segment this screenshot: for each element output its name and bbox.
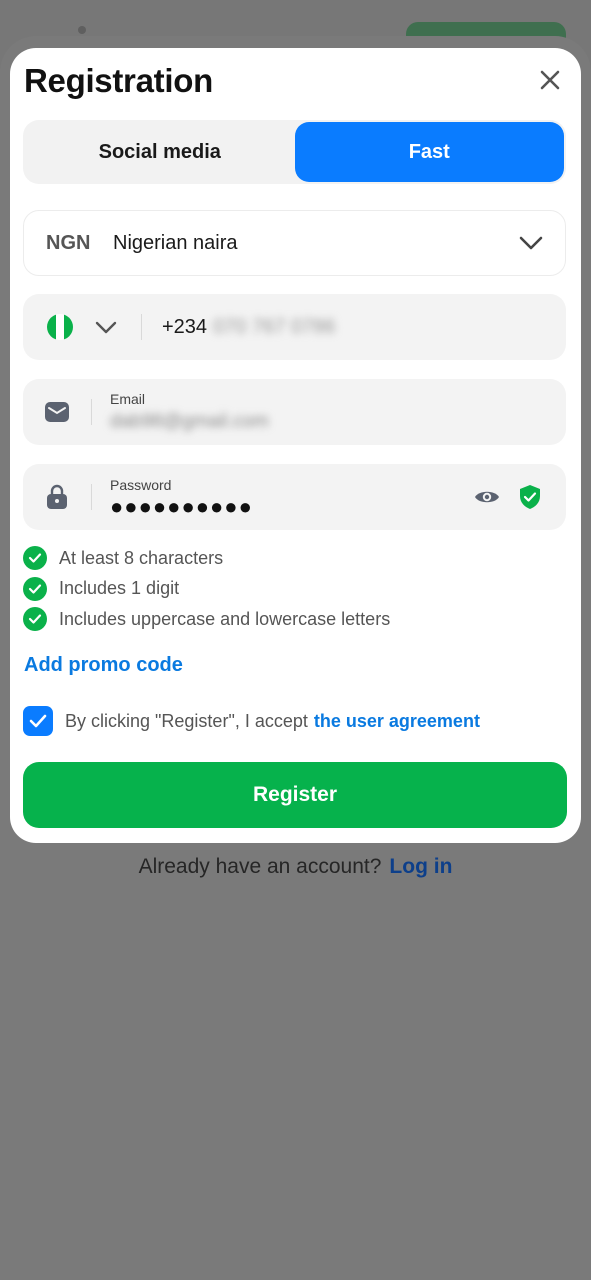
close-icon — [540, 70, 560, 90]
field-divider — [91, 399, 92, 425]
field-divider — [141, 314, 142, 340]
list-item: At least 8 characters — [23, 543, 390, 574]
login-link[interactable]: Log in — [389, 855, 452, 878]
country-code-dropdown[interactable] — [95, 321, 117, 334]
check-circle-icon — [23, 576, 47, 601]
registration-modal: Registration Social media Fast NGN Niger… — [10, 48, 581, 843]
registration-tabs: Social media Fast — [23, 120, 566, 184]
agreement-text: By clicking "Register", I accept — [65, 710, 308, 731]
phone-field: +234 070 767 0786 — [23, 294, 566, 360]
rule-text: Includes 1 digit — [59, 578, 180, 599]
password-rules-list: At least 8 characters Includes 1 digit I… — [23, 543, 390, 635]
chevron-down-icon — [519, 236, 543, 250]
tab-social-media[interactable]: Social media — [25, 122, 295, 182]
password-field[interactable]: Password ●●●●●●●●●● — [23, 464, 566, 530]
list-item: Includes uppercase and lowercase letters — [23, 604, 390, 635]
email-field[interactable]: Email dab98@gmail.com — [23, 379, 566, 445]
lock-icon — [47, 484, 67, 509]
mail-icon — [45, 402, 69, 422]
phone-prefix: +234 — [162, 315, 208, 338]
background-status-dot — [78, 26, 86, 34]
password-input[interactable]: ●●●●●●●●●● — [110, 496, 474, 518]
email-input[interactable]: dab98@gmail.com — [110, 411, 566, 433]
phone-input[interactable]: 070 767 0786 — [213, 316, 335, 339]
user-agreement-link[interactable]: the user agreement — [314, 711, 480, 732]
shield-check-icon — [520, 485, 540, 509]
modal-title: Registration — [24, 62, 213, 99]
register-button[interactable]: Register — [23, 762, 567, 828]
check-circle-icon — [23, 607, 47, 632]
add-promo-code-link[interactable]: Add promo code — [24, 654, 183, 677]
agreement-row: By clicking "Register", I accept the use… — [23, 706, 480, 736]
password-label: Password — [110, 477, 172, 493]
chevron-down-icon — [95, 321, 117, 333]
close-button[interactable] — [534, 64, 566, 96]
nigeria-flag-icon — [47, 314, 73, 340]
eye-icon[interactable] — [474, 488, 500, 506]
tab-fast[interactable]: Fast — [294, 122, 564, 182]
rule-text: At least 8 characters — [59, 547, 224, 568]
email-label: Email — [110, 391, 146, 407]
field-divider — [91, 484, 92, 510]
currency-select[interactable]: NGN Nigerian naira — [23, 210, 566, 276]
check-circle-icon — [23, 546, 47, 571]
currency-name: Nigerian naira — [113, 231, 238, 254]
login-prompt: Already have an account? Log in — [0, 855, 591, 879]
currency-code: NGN — [46, 231, 91, 254]
checkmark-icon — [29, 714, 47, 728]
rule-text: Includes uppercase and lowercase letters — [59, 608, 391, 629]
login-prompt-text: Already have an account? — [138, 855, 382, 878]
agreement-checkbox[interactable] — [23, 706, 53, 736]
list-item: Includes 1 digit — [23, 574, 390, 605]
